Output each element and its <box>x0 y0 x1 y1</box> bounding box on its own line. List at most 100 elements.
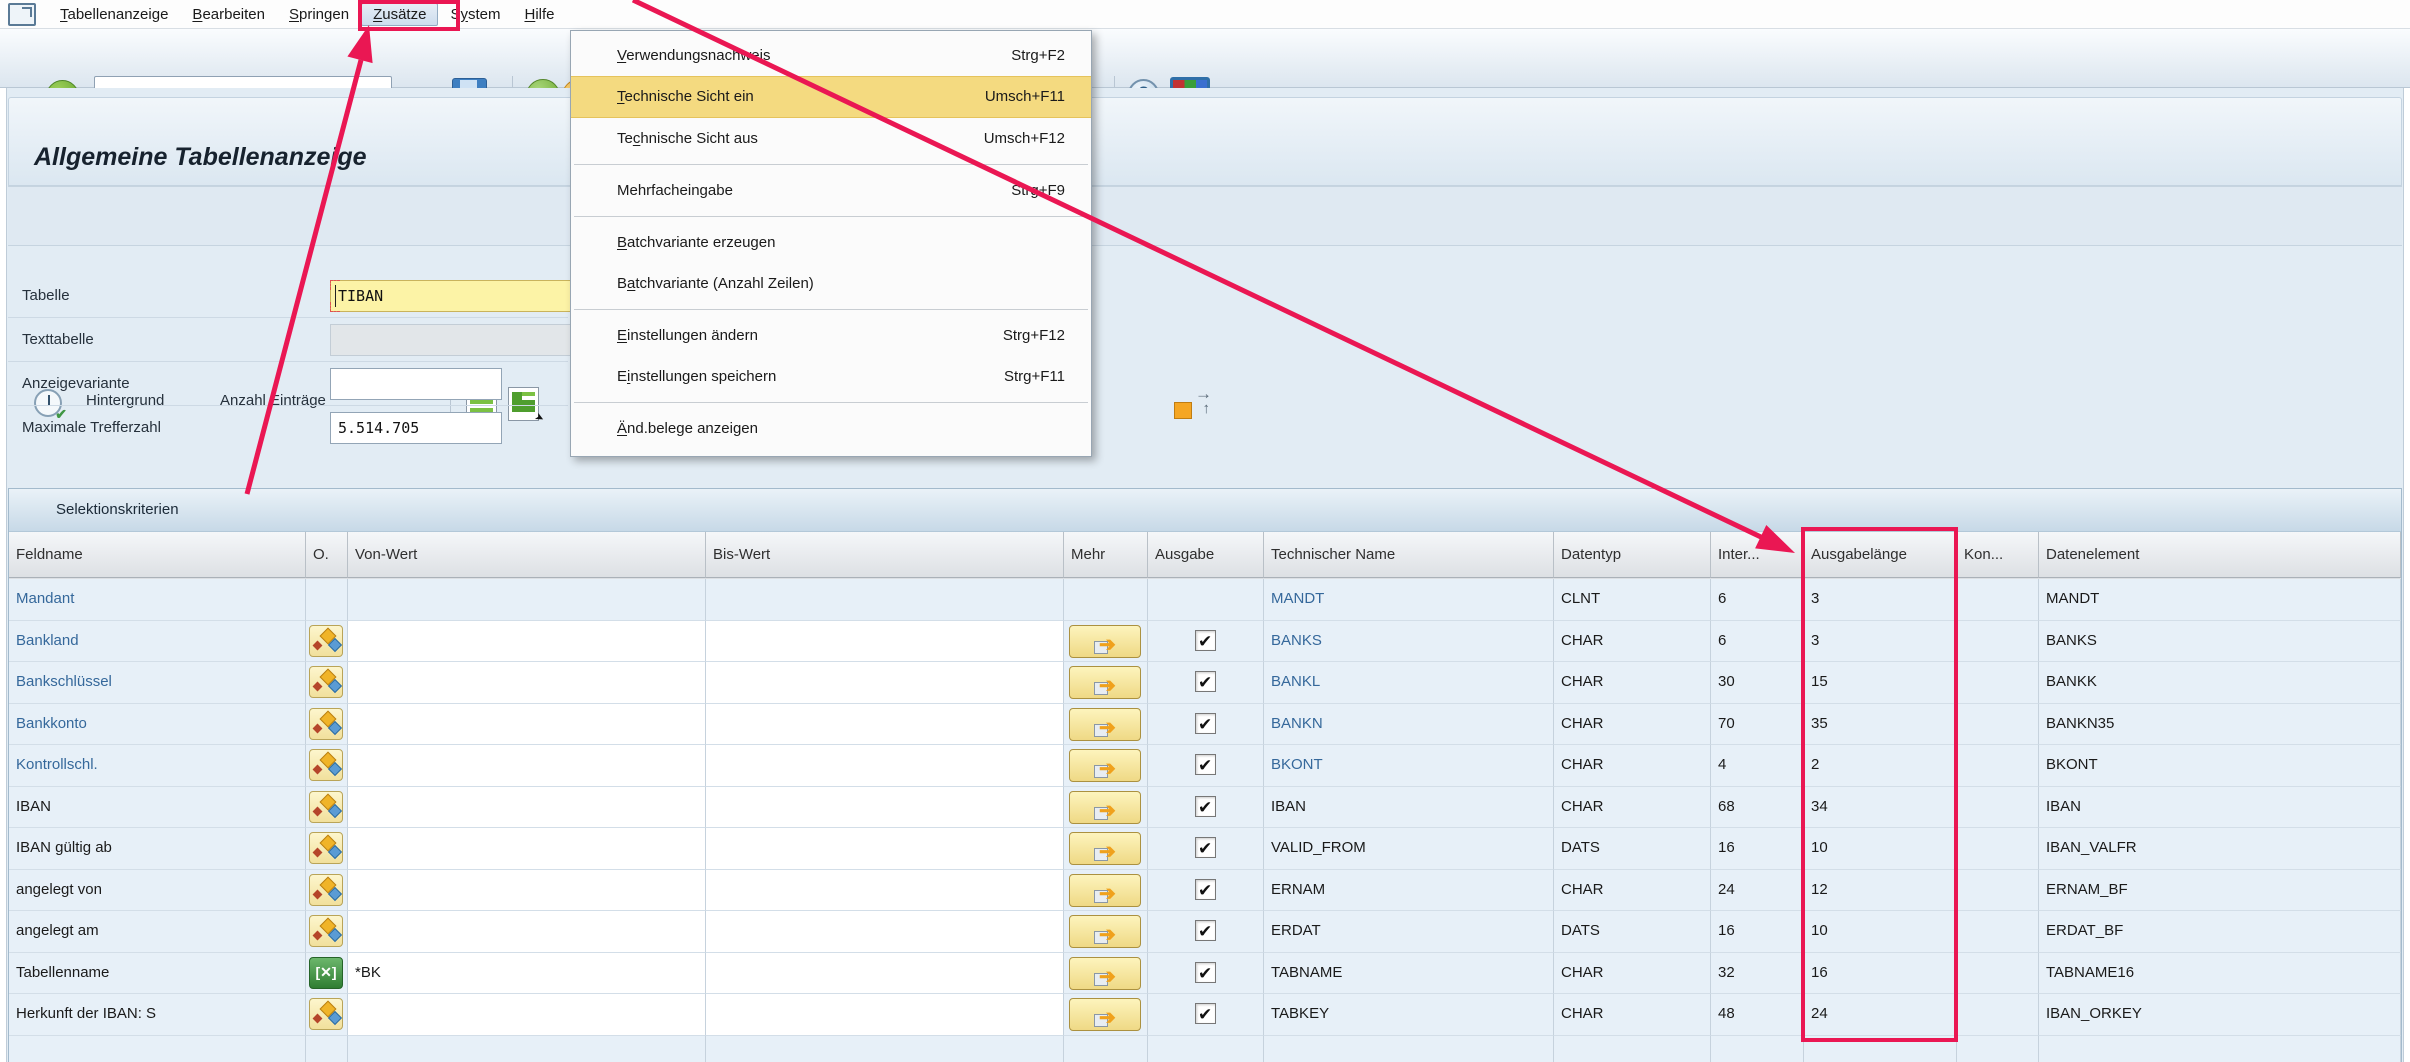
bis-wert-input[interactable] <box>706 662 1064 704</box>
menubar-item-zus-tze[interactable]: Zusätze <box>361 3 438 26</box>
ausgabe-checkbox[interactable] <box>1195 630 1216 651</box>
menubar-item-hilfe[interactable]: Hilfe <box>512 3 566 26</box>
ausgabelaenge-cell: 2 <box>1804 745 1957 787</box>
ausgabe-checkbox[interactable] <box>1195 796 1216 817</box>
von-wert-input[interactable] <box>348 911 706 953</box>
bis-wert-input[interactable] <box>706 621 1064 663</box>
mehr-button[interactable] <box>1069 915 1141 948</box>
col-operator[interactable]: O. <box>306 532 348 578</box>
ausgabe-checkbox[interactable] <box>1195 879 1216 900</box>
table-body: MandantMANDTCLNT63MANDTBanklandBANKSCHAR… <box>9 579 2401 1062</box>
col-interne-laenge[interactable]: Inter... <box>1711 532 1804 578</box>
ausgabe-checkbox[interactable] <box>1195 1003 1216 1024</box>
selection-options-icon[interactable] <box>309 874 343 906</box>
ausgabe-checkbox[interactable] <box>1195 671 1216 692</box>
table-row: angelegt vonERNAMCHAR2412ERNAM_BF <box>9 870 2401 912</box>
adjust-layout-icon[interactable]: → ↑ <box>1174 387 1212 421</box>
menu-item-mehrfacheingabe[interactable]: Mehrfacheingabe Strg+F9 <box>571 170 1091 211</box>
menu-item-batchvariante-erzeugen[interactable]: Batchvariante erzeugen <box>571 222 1091 263</box>
table-header: Feldname O. Von-Wert Bis-Wert Mehr Ausga… <box>9 532 2401 579</box>
datentyp-cell: CHAR <box>1554 870 1711 912</box>
interne-laenge-cell: 70 <box>1711 704 1804 746</box>
menu-item-nd-belege-anzeigen[interactable]: Änd.belege anzeigen <box>571 408 1091 449</box>
ausgabe-checkbox[interactable] <box>1195 920 1216 941</box>
menubar-item-tabellenanzeige[interactable]: Tabellenanzeige <box>48 3 180 26</box>
von-wert-input[interactable] <box>348 870 706 912</box>
menu-item-shortcut: Strg+F9 <box>1011 170 1065 211</box>
bis-wert-input[interactable] <box>706 911 1064 953</box>
pattern-active-icon[interactable]: ✕ <box>309 957 343 989</box>
selection-options-icon[interactable] <box>309 666 343 698</box>
col-ausgabelaenge[interactable]: Ausgabelänge <box>1804 532 1957 578</box>
selection-options-icon[interactable] <box>309 998 343 1030</box>
col-datenelement[interactable]: Datenelement <box>2039 532 2401 578</box>
bis-wert-input[interactable] <box>706 953 1064 995</box>
menu-item-einstellungen-ndern[interactable]: Einstellungen ändernStrg+F12 <box>571 315 1091 356</box>
menu-item-einstellungen-speichern[interactable]: Einstellungen speichernStrg+F11 <box>571 356 1091 397</box>
datenelement-cell: MANDT <box>2039 579 2401 621</box>
bis-wert-input[interactable] <box>706 787 1064 829</box>
col-bis-wert[interactable]: Bis-Wert <box>706 532 1064 578</box>
col-ausgabe[interactable]: Ausgabe <box>1148 532 1264 578</box>
mehr-button[interactable] <box>1069 625 1141 658</box>
operator-cell <box>306 994 348 1036</box>
von-wert-input[interactable] <box>348 994 706 1036</box>
bis-wert-input[interactable] <box>706 994 1064 1036</box>
menu-item-technische-sicht-ein[interactable]: Technische Sicht einUmsch+F11 <box>571 76 1091 118</box>
col-konvertierung[interactable]: Kon... <box>1957 532 2039 578</box>
menu-item-batchvariante-anzahl-zeilen[interactable]: Batchvariante (Anzahl Zeilen) <box>571 263 1091 304</box>
von-wert-input[interactable] <box>348 787 706 829</box>
mehr-button[interactable] <box>1069 957 1141 990</box>
bis-wert-input[interactable] <box>706 704 1064 746</box>
ausgabe-checkbox[interactable] <box>1195 754 1216 775</box>
col-mehr[interactable]: Mehr <box>1064 532 1148 578</box>
ausgabe-checkbox[interactable] <box>1195 837 1216 858</box>
selection-options-icon[interactable] <box>309 749 343 781</box>
menu-item-label: Mehrfacheingabe <box>617 170 733 211</box>
anzahl-eintraege-button[interactable]: Anzahl Einträge <box>220 392 326 409</box>
bis-wert-input[interactable] <box>706 828 1064 870</box>
selection-options-icon[interactable] <box>309 832 343 864</box>
table-contents-alt-icon[interactable] <box>508 387 539 421</box>
col-datentyp[interactable]: Datentyp <box>1554 532 1711 578</box>
selection-options-icon[interactable] <box>309 915 343 947</box>
mehr-button[interactable] <box>1069 791 1141 824</box>
col-technischer-name[interactable]: Technischer Name <box>1264 532 1554 578</box>
bis-wert-input[interactable] <box>706 745 1064 787</box>
mehr-button[interactable] <box>1069 998 1141 1031</box>
von-wert-input[interactable] <box>348 704 706 746</box>
ausgabe-checkbox[interactable] <box>1195 962 1216 983</box>
mehr-button[interactable] <box>1069 832 1141 865</box>
anzeigevariante-input[interactable] <box>330 368 502 400</box>
ausgabe-cell <box>1148 662 1264 704</box>
col-von-wert[interactable]: Von-Wert <box>348 532 706 578</box>
empty-cell <box>1148 1036 1264 1062</box>
von-wert-input[interactable] <box>348 621 706 663</box>
von-wert-input[interactable] <box>348 745 706 787</box>
selection-options-icon[interactable] <box>309 791 343 823</box>
menubar-item-springen[interactable]: Springen <box>277 3 361 26</box>
technischer-name-cell: ERNAM <box>1264 870 1554 912</box>
ausgabe-checkbox[interactable] <box>1195 713 1216 734</box>
mehr-button[interactable] <box>1069 666 1141 699</box>
max-trefferzahl-input[interactable]: 5.514.705 <box>330 412 502 444</box>
menu-item-technische-sicht-aus[interactable]: Technische Sicht ausUmsch+F12 <box>571 118 1091 159</box>
empty-cell <box>1064 1036 1148 1062</box>
menubar-item-bearbeiten[interactable]: Bearbeiten <box>180 3 277 26</box>
mehr-cell <box>1064 787 1148 829</box>
mehr-button[interactable] <box>1069 874 1141 907</box>
col-feldname[interactable]: Feldname <box>9 532 306 578</box>
konvertierung-cell <box>1957 953 2039 995</box>
von-wert-input[interactable]: *BK <box>348 953 706 995</box>
menu-item-verwendungsnachweis[interactable]: VerwendungsnachweisStrg+F2 <box>571 35 1091 76</box>
selection-options-icon[interactable] <box>309 708 343 740</box>
von-wert-input[interactable] <box>348 662 706 704</box>
mehr-button[interactable] <box>1069 749 1141 782</box>
mehr-button[interactable] <box>1069 708 1141 741</box>
menubar-item-system[interactable]: System <box>438 3 512 26</box>
bis-wert-input[interactable] <box>706 870 1064 912</box>
von-wert-input[interactable] <box>348 828 706 870</box>
selection-options-icon[interactable] <box>309 625 343 657</box>
application-icon[interactable] <box>8 3 36 26</box>
table-row-empty <box>9 1036 2401 1062</box>
